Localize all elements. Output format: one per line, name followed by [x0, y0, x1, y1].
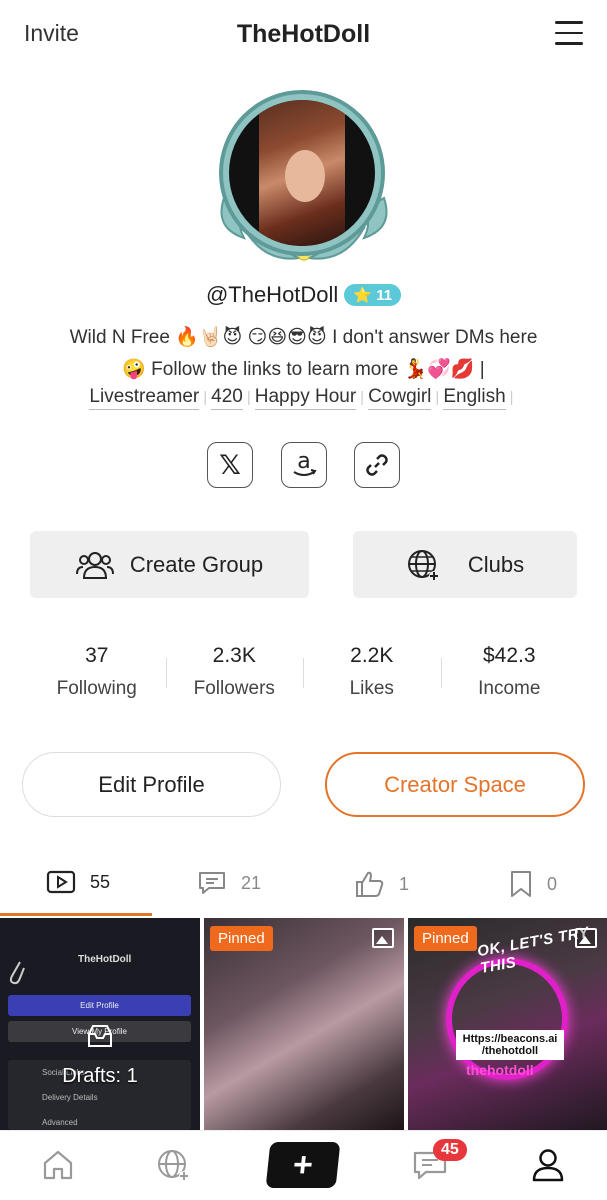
tab-bookmarks[interactable]: 0	[509, 870, 557, 898]
tab-comments[interactable]: 21	[197, 870, 261, 896]
link-icon[interactable]	[354, 442, 400, 488]
stat-label: Likes	[349, 678, 394, 699]
messages-badge: 45	[433, 1139, 467, 1161]
stat-following[interactable]: 37 Following	[28, 640, 166, 700]
home-icon	[43, 1150, 73, 1180]
tag-english[interactable]: English	[443, 386, 506, 410]
users-icon	[75, 551, 114, 579]
invite-button[interactable]: Invite	[24, 20, 79, 47]
stat-value: 2.2K	[350, 644, 394, 667]
tag-cowgirl[interactable]: Cowgirl	[368, 386, 432, 410]
svg-text:a: a	[297, 450, 310, 474]
tab-comments-count: 21	[241, 872, 262, 893]
tag-420[interactable]: 420	[211, 386, 243, 410]
globe-icon	[158, 1150, 189, 1181]
bottom-navigation: + 45	[0, 1130, 607, 1200]
inbox-icon	[88, 1025, 112, 1047]
pinned-post-tile[interactable]: Pinned	[204, 918, 404, 1130]
tab-bookmarks-count: 0	[547, 873, 558, 894]
creator-space-button[interactable]: Creator Space	[325, 752, 585, 817]
username: @TheHotDoll	[205, 282, 339, 308]
bookmark-icon	[511, 871, 531, 897]
level-number: 11	[376, 287, 393, 305]
tab-likes-count: 1	[399, 873, 410, 894]
comment-icon	[199, 872, 225, 894]
thumbs-up-icon	[356, 871, 384, 897]
top-bar: Invite TheHotDoll	[0, 0, 607, 70]
stat-followers[interactable]: 2.3K Followers	[165, 640, 304, 700]
profile-icon	[532, 1149, 564, 1182]
drafts-label: Drafts: 1	[62, 1065, 138, 1087]
avatar-image	[229, 100, 375, 246]
stats-row: 37 Following 2.3K Followers 2.2K Likes $…	[28, 640, 578, 700]
image-icon	[575, 928, 597, 948]
stat-label: Income	[478, 678, 541, 699]
stat-value: $42.3	[482, 644, 536, 667]
video-icon	[46, 870, 76, 894]
post-handle-text: thehotdoll	[466, 1062, 534, 1078]
pinned-badge: Pinned	[414, 926, 477, 951]
tag-happy-hour[interactable]: Happy Hour	[254, 386, 357, 410]
draft-row: Advanced	[42, 1118, 78, 1127]
tab-videos-count: 55	[90, 871, 111, 892]
paperclip-icon	[9, 961, 25, 985]
level-badge: ⭐ 11	[344, 284, 402, 307]
pinned-badge: Pinned	[210, 926, 273, 951]
clubs-label: Clubs	[467, 551, 525, 577]
nav-home[interactable]	[38, 1143, 78, 1187]
content-tabs: 55 21 1 0	[0, 860, 607, 916]
stat-income[interactable]: $42.3 Income	[440, 640, 579, 700]
post-link-text: Https://beacons.ai /thehotdoll	[456, 1030, 564, 1060]
stat-label: Followers	[193, 678, 275, 699]
pinned-post-tile[interactable]: OK, LET'S TRY THIS Pinned Https://beacon…	[408, 918, 607, 1130]
create-group-button[interactable]: Create Group	[30, 531, 309, 598]
page-title: TheHotDoll	[236, 20, 371, 48]
draft-profile-name: TheHotDoll	[78, 954, 132, 965]
x-icon[interactable]: 𝕏	[207, 442, 253, 488]
nav-profile[interactable]	[528, 1143, 568, 1187]
active-tab-indicator	[0, 913, 152, 916]
clubs-button[interactable]: Clubs	[353, 531, 577, 598]
globe-icon	[407, 549, 439, 581]
hamburger-menu-icon[interactable]	[555, 21, 583, 45]
avatar[interactable]	[204, 88, 404, 268]
interest-tags: Livestreamer | 420 | Happy Hour | Cowgirl | Engl…	[0, 386, 607, 410]
create-group-label: Create Group	[129, 551, 264, 577]
create-post-button[interactable]: +	[265, 1142, 341, 1188]
draft-row: Delivery Details	[42, 1093, 98, 1102]
bio-text: Wild N Free 🔥🤘🏻😈 😏😆😎😈 I don't answer DMs…	[69, 327, 538, 380]
draft-edit-profile: Edit Profile	[8, 995, 191, 1016]
stat-value: 2.3K	[212, 644, 256, 667]
post-grid: TheHotDoll Edit Profile View My Profile …	[0, 918, 607, 1130]
amazon-icon[interactable]: a	[281, 442, 327, 488]
image-icon	[372, 928, 394, 948]
stat-value: 37	[85, 644, 109, 667]
stat-likes[interactable]: 2.2K Likes	[303, 640, 441, 700]
edit-profile-button[interactable]: Edit Profile	[22, 752, 281, 817]
draft-post-tile[interactable]: TheHotDoll Edit Profile View My Profile …	[0, 918, 200, 1130]
stat-label: Following	[56, 678, 137, 699]
username-row: @TheHotDoll ⭐ 11	[0, 281, 607, 308]
tag-livestreamer[interactable]: Livestreamer	[89, 386, 200, 410]
tab-videos[interactable]: 55	[46, 870, 110, 894]
nav-explore[interactable]	[153, 1143, 193, 1187]
tab-likes[interactable]: 1	[355, 870, 409, 898]
